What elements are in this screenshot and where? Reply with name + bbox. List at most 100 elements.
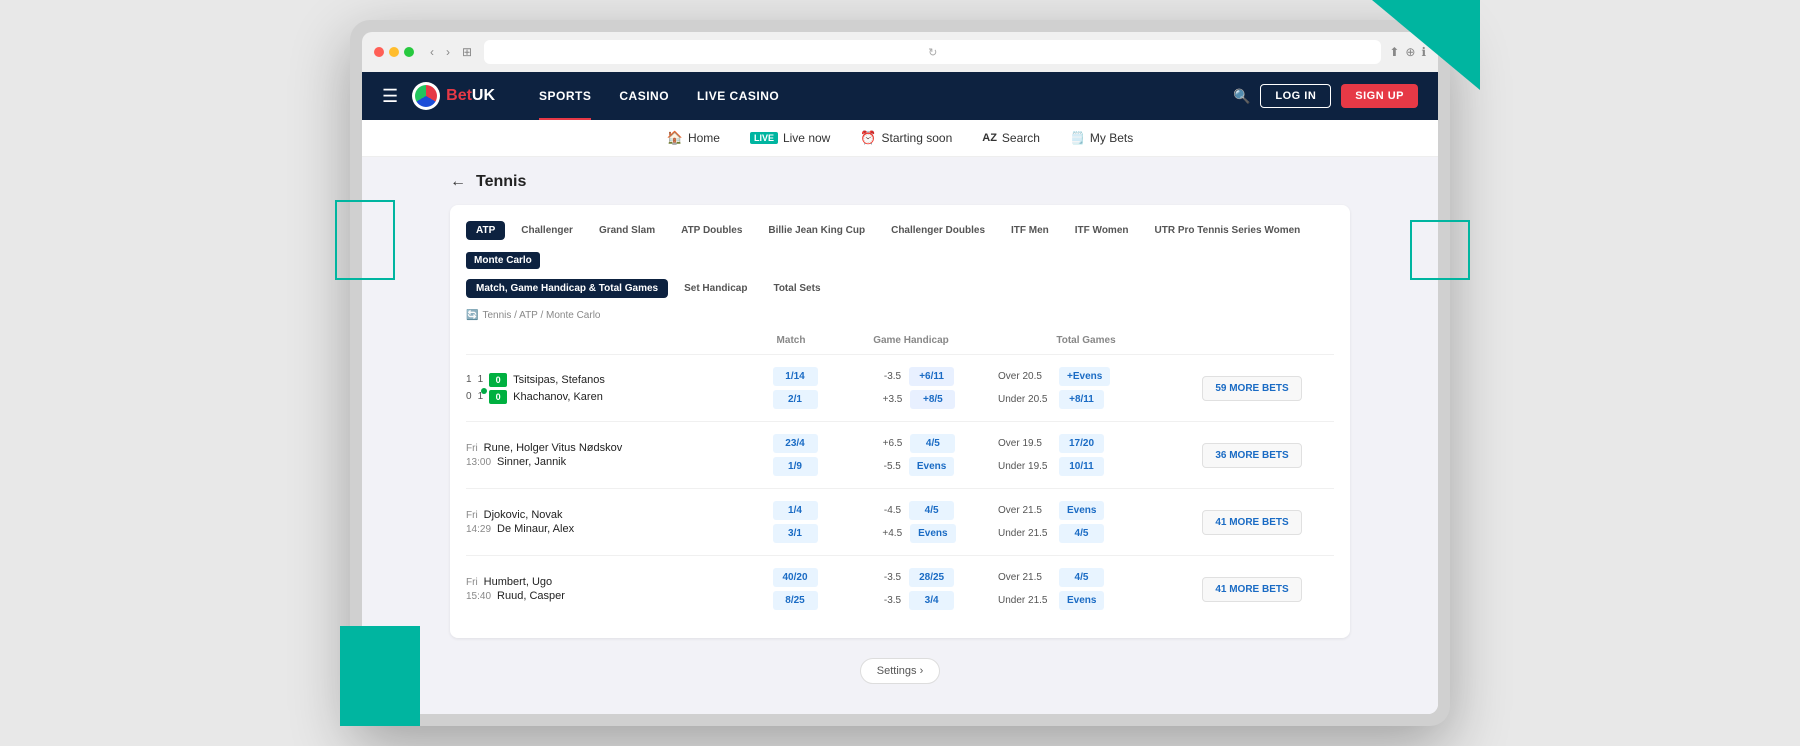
tab-atp[interactable]: ATP	[466, 221, 505, 240]
signup-button[interactable]: SIGN UP	[1341, 84, 1418, 108]
over-label-2: Over 21.5	[998, 505, 1053, 516]
p2-hcap-val-1: -5.5	[884, 461, 901, 472]
p1-hcap-odds-3[interactable]: 28/25	[909, 568, 954, 587]
logo-text: BetUK	[446, 87, 495, 105]
tab-utr[interactable]: UTR Pro Tennis Series Women	[1144, 221, 1310, 240]
sub-nav: 🏠 Home LIVE Live now ⏰ Starting soon AZ …	[362, 120, 1438, 157]
more-bets-2[interactable]: 41 MORE BETS	[1202, 510, 1302, 535]
time-day-1: Fri	[466, 443, 478, 454]
login-button[interactable]: LOG IN	[1260, 84, 1331, 108]
refresh-icon: ↻	[928, 46, 937, 59]
settings-label: Settings ›	[877, 665, 923, 677]
tab-challenger[interactable]: Challenger	[511, 221, 583, 240]
logo: BetUK	[412, 82, 495, 110]
p1-odds-1[interactable]: 23/4	[773, 434, 818, 453]
p2-odds-1[interactable]: 1/9	[773, 457, 818, 476]
over-odds-1[interactable]: 17/20	[1059, 434, 1104, 453]
logo-icon	[412, 82, 440, 110]
tab-bjk-cup[interactable]: Billie Jean King Cup	[758, 221, 875, 240]
more-bets-1[interactable]: 36 MORE BETS	[1202, 443, 1302, 468]
p2-hcap-odds-1[interactable]: Evens	[909, 457, 954, 476]
p1-hcap-val-1: +6.5	[883, 438, 903, 449]
forward-browser-btn[interactable]: ›	[442, 43, 454, 61]
add-tab-btn[interactable]: ⊕	[1405, 45, 1415, 59]
clock-icon: ⏰	[860, 130, 876, 146]
minimize-window-btn[interactable]	[389, 47, 399, 57]
close-window-btn[interactable]	[374, 47, 384, 57]
subnav-home[interactable]: 🏠 Home	[667, 130, 720, 146]
p1-hcap-odds-0[interactable]: +6/11	[909, 367, 954, 386]
market-tab-match[interactable]: Match, Game Handicap & Total Games	[466, 279, 668, 298]
nav-live-casino[interactable]: LIVE CASINO	[683, 72, 793, 120]
p1-odds-2[interactable]: 1/4	[773, 501, 818, 520]
p2-hcap-val-3: -3.5	[884, 595, 901, 606]
under-label-1: Under 19.5	[998, 461, 1053, 472]
share-btn[interactable]: ⬆	[1389, 45, 1399, 59]
subnav-starting-label: Starting soon	[882, 131, 953, 145]
handicap-3: -3.5 28/25 -3.5 3/4	[844, 568, 994, 610]
column-headers: Match Game Handicap Total Games	[466, 331, 1334, 350]
p2-odds-3[interactable]: 8/25	[773, 591, 818, 610]
more-bets-0[interactable]: 59 MORE BETS	[1202, 376, 1302, 401]
subnav-mybets[interactable]: 🗒️ My Bets	[1070, 131, 1133, 145]
p1-odds-3[interactable]: 40/20	[773, 568, 818, 587]
nav-sports[interactable]: SPORTS	[525, 72, 605, 120]
p1-hcap-val-2: -4.5	[884, 505, 901, 516]
over-odds-3[interactable]: 4/5	[1059, 568, 1104, 587]
under-label-2: Under 21.5	[998, 528, 1053, 539]
p2-name-3: Ruud, Casper	[497, 590, 565, 602]
tab-itf-women[interactable]: ITF Women	[1065, 221, 1139, 240]
page-header: ← Tennis	[450, 173, 1350, 191]
hamburger-icon[interactable]: ☰	[382, 86, 398, 107]
subnav-live[interactable]: LIVE Live now	[750, 131, 830, 145]
more-bets-3[interactable]: 41 MORE BETS	[1202, 577, 1302, 602]
subnav-live-label: Live now	[783, 131, 830, 145]
live-badge: LIVE	[750, 132, 778, 144]
p1-name-2: Djokovic, Novak	[484, 509, 563, 521]
over-odds-0[interactable]: +Evens	[1059, 367, 1110, 386]
market-tab-set-handicap[interactable]: Set Handicap	[674, 279, 757, 298]
market-tab-total-sets[interactable]: Total Sets	[763, 279, 830, 298]
main-nav: ☰ BetUK SPORTS CASINO LIVE CASINO 🔍 LOG …	[362, 72, 1438, 120]
traffic-lights	[374, 47, 414, 57]
p2-hcap-odds-2[interactable]: Evens	[910, 524, 955, 543]
back-browser-btn[interactable]: ‹	[426, 43, 438, 61]
address-bar[interactable]: ↻	[484, 40, 1381, 64]
under-odds-3[interactable]: Evens	[1059, 591, 1104, 610]
breadcrumb-icon: 🔄	[466, 310, 478, 321]
handicap-2: -4.5 4/5 +4.5 Evens	[844, 501, 994, 543]
settings-area: Settings ›	[450, 658, 1350, 684]
back-button[interactable]: ←	[450, 173, 466, 191]
p2-odds-0[interactable]: 2/1	[773, 390, 818, 409]
tab-atp-doubles[interactable]: ATP Doubles	[671, 221, 752, 240]
p1-odds-0[interactable]: 1/14	[773, 367, 818, 386]
settings-button[interactable]: Settings ›	[860, 658, 940, 684]
under-odds-2[interactable]: 4/5	[1059, 524, 1104, 543]
over-odds-2[interactable]: Evens	[1059, 501, 1104, 520]
tab-itf-men[interactable]: ITF Men	[1001, 221, 1059, 240]
p1-hcap-odds-2[interactable]: 4/5	[909, 501, 954, 520]
p2-hcap-odds-3[interactable]: 3/4	[909, 591, 954, 610]
p2-game-score-0: 0	[489, 390, 507, 404]
p2-hcap-odds-0[interactable]: +8/5	[910, 390, 955, 409]
breadcrumb: 🔄 Tennis / ATP / Monte Carlo	[466, 310, 1334, 321]
subnav-search[interactable]: AZ Search	[982, 131, 1040, 145]
tab-grand-slam[interactable]: Grand Slam	[589, 221, 665, 240]
search-icon[interactable]: 🔍	[1233, 88, 1250, 105]
p1-set1-score-0: 1	[466, 374, 472, 385]
p2-hcap-val-0: +3.5	[883, 394, 903, 405]
p1-hcap-odds-1[interactable]: 4/5	[910, 434, 955, 453]
maximize-window-btn[interactable]	[404, 47, 414, 57]
nav-casino[interactable]: CASINO	[605, 72, 683, 120]
info-btn[interactable]: ℹ	[1421, 45, 1426, 59]
subnav-home-label: Home	[688, 131, 720, 145]
nav-links: SPORTS CASINO LIVE CASINO	[525, 72, 793, 120]
under-odds-0[interactable]: +8/11	[1059, 390, 1104, 409]
under-odds-1[interactable]: 10/11	[1059, 457, 1104, 476]
panel-btn[interactable]: ⊞	[458, 43, 476, 61]
tab-challenger-doubles[interactable]: Challenger Doubles	[881, 221, 995, 240]
time-hour-3: 15:40	[466, 591, 491, 602]
time-day-3: Fri	[466, 577, 478, 588]
subnav-starting-soon[interactable]: ⏰ Starting soon	[860, 130, 952, 146]
p2-odds-2[interactable]: 3/1	[773, 524, 818, 543]
